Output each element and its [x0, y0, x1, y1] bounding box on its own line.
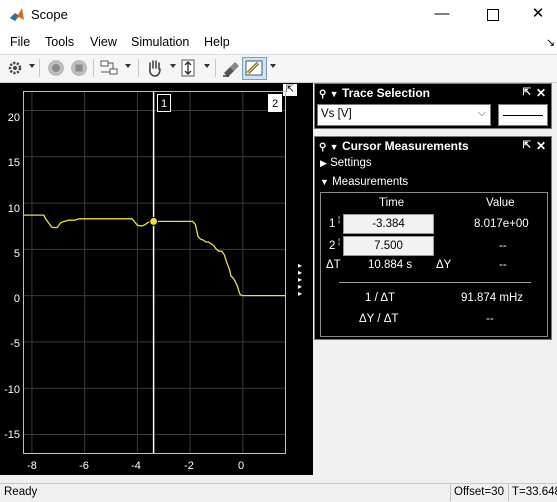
- cursor-1-row-label: 1: [329, 218, 336, 230]
- status-time: T=33.648: [508, 484, 557, 501]
- trace-signal-dropdown[interactable]: Vs [V] ⌵: [317, 104, 491, 126]
- x-tick-label: 0: [237, 460, 245, 472]
- undock-arrow-icon[interactable]: ↘: [546, 36, 555, 49]
- delta-y-label: ΔY: [436, 259, 452, 271]
- inverse-delta-t-label: 1 / ΔT: [365, 292, 396, 304]
- chevron-down-icon[interactable]: [270, 64, 276, 68]
- x-tick-label: -6: [79, 460, 89, 472]
- chevron-down-icon[interactable]: [170, 64, 176, 68]
- close-panel-icon[interactable]: ✕: [536, 137, 546, 155]
- menu-tools[interactable]: Tools: [45, 35, 74, 49]
- y-tick-label: 5: [13, 248, 20, 260]
- cursor-1-time-input[interactable]: -3.384: [343, 214, 434, 234]
- trace-selection-header: ⚲ ▼ Trace Selection ⇱ ✕: [315, 84, 551, 102]
- y-tick-label: 0: [13, 293, 20, 305]
- collapse-triangle-icon: ▼: [320, 177, 329, 187]
- cursor-measurements-header: ⚲ ▼ Cursor Measurements ⇱ ✕: [315, 137, 551, 155]
- measurements-section[interactable]: ▼ Measurements: [320, 176, 408, 188]
- x-tick-label: -8: [27, 460, 37, 472]
- settings-section[interactable]: ▶ Settings: [320, 157, 372, 169]
- cursor-2-time-input[interactable]: 7.500: [343, 236, 434, 256]
- window-title: Scope: [31, 7, 68, 22]
- undock-icon[interactable]: ⇱: [523, 84, 531, 102]
- cursor-2-value: --: [499, 240, 507, 252]
- minimize-button[interactable]: —: [419, 0, 465, 30]
- cursor-1-label[interactable]: 1: [157, 94, 171, 112]
- menu-help[interactable]: Help: [204, 35, 230, 49]
- gear-icon[interactable]: [4, 58, 26, 78]
- toolbar-separator: [93, 59, 94, 77]
- x-tick-label: -2: [184, 460, 194, 472]
- cursor-2-label[interactable]: 2: [268, 94, 282, 112]
- maximize-icon: [487, 9, 499, 21]
- cursor-measurements-panel: ⚲ ▼ Cursor Measurements ⇱ ✕ ▶ Settings ▼…: [314, 136, 552, 340]
- toolbar-separator: [215, 59, 216, 77]
- menu-file[interactable]: File: [10, 35, 30, 49]
- chevron-down-icon[interactable]: [125, 64, 131, 68]
- run-icon[interactable]: [45, 58, 67, 78]
- delta-t-value: 10.884 s: [368, 259, 413, 271]
- arrow-icon: ▸: [298, 289, 303, 298]
- collapse-triangle-icon[interactable]: ▼: [330, 142, 339, 152]
- trace-selection-panel: ⚲ ▼ Trace Selection ⇱ ✕ Vs [V] ⌵: [314, 83, 552, 129]
- x-tick-label: -4: [131, 460, 141, 472]
- y-tick-label: -10: [4, 384, 20, 396]
- y-tick-label: 20: [7, 112, 20, 124]
- close-panel-icon[interactable]: ✕: [536, 84, 546, 102]
- trace-signal-value: Vs [V]: [321, 108, 352, 120]
- slope-value: --: [486, 313, 494, 325]
- status-offset: Offset=30: [450, 484, 510, 501]
- signal-trace-line: [24, 214, 285, 297]
- y-tick-label: -5: [10, 338, 20, 350]
- plot-axes[interactable]: [23, 91, 286, 454]
- line-style-preview: [503, 115, 543, 116]
- cursor-1-marker[interactable]: [149, 216, 159, 226]
- divider: [339, 282, 531, 283]
- panel-title: Trace Selection: [341, 86, 430, 100]
- slope-label: ΔY / ΔT: [359, 313, 399, 325]
- zoom-axes-icon[interactable]: [177, 58, 199, 78]
- cursor-measure-icon: [245, 60, 263, 76]
- menu-simulation[interactable]: Simulation: [131, 35, 189, 49]
- status-text: Ready: [4, 486, 38, 498]
- undock-icon[interactable]: ⇱: [523, 137, 531, 155]
- inverse-delta-t-value: 91.874 mHz: [461, 292, 524, 304]
- expand-triangle-icon: ▶: [320, 158, 327, 168]
- measurements-label: Measurements: [332, 176, 409, 188]
- close-button[interactable]: ✕: [515, 0, 557, 30]
- settings-label: Settings: [330, 157, 372, 169]
- y-tick-label: 15: [7, 157, 20, 169]
- line-style-swatch[interactable]: [498, 104, 548, 126]
- signal-select-icon[interactable]: [98, 58, 120, 78]
- y-tick-label: -15: [4, 429, 20, 441]
- y-tick-label: 10: [7, 203, 20, 215]
- pin-icon[interactable]: ⚲: [319, 142, 326, 153]
- maximize-button[interactable]: [470, 0, 516, 30]
- value-column-header: Value: [486, 197, 515, 209]
- highlight-icon[interactable]: [220, 58, 242, 78]
- cursor-1-value: 8.017e+00: [474, 218, 529, 230]
- chevron-down-icon: ⌵: [477, 107, 486, 119]
- cursor-measure-button[interactable]: [242, 57, 267, 80]
- cursor-2-row-label: 2: [329, 240, 336, 252]
- side-collapse-arrows[interactable]: ▸ ▸ ▸ ▸ ▸: [298, 262, 306, 298]
- matlab-logo-icon: [10, 8, 24, 21]
- delta-t-label: ΔT: [326, 259, 341, 271]
- collapse-triangle-icon[interactable]: ▼: [330, 89, 339, 99]
- panel-title: Cursor Measurements: [341, 139, 469, 153]
- stop-icon[interactable]: [68, 58, 90, 78]
- pin-icon[interactable]: ⚲: [319, 89, 326, 100]
- time-column-header: Time: [379, 197, 405, 209]
- toolbar-separator: [138, 59, 139, 77]
- measurements-table: Time Value 1 ¦ -3.384 8.017e+00 2 ¦ 7.50…: [320, 192, 548, 337]
- pan-hand-icon[interactable]: [144, 58, 166, 78]
- chevron-down-icon[interactable]: [204, 64, 210, 68]
- menu-bar: [0, 30, 557, 55]
- scope-chart: [24, 92, 285, 453]
- menu-view[interactable]: View: [90, 35, 117, 49]
- delta-y-value: --: [499, 259, 507, 271]
- toolbar-separator: [39, 59, 40, 77]
- chevron-down-icon[interactable]: [29, 64, 35, 68]
